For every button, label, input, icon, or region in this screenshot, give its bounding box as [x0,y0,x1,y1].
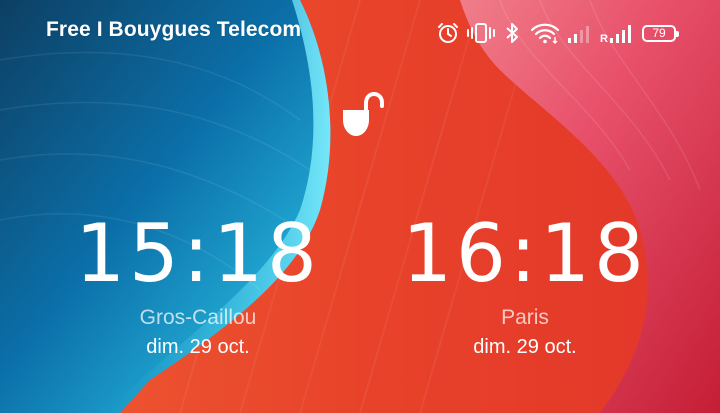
clock-time: 15:18 [75,207,321,300]
clock-city: Gros-Caillou [139,306,257,329]
bluetooth-icon [506,23,519,43]
clock-city: Paris [501,306,549,329]
roaming-label: R [600,33,608,45]
alarm-icon [438,23,459,43]
clock-date: dim. 29 oct. [146,336,250,358]
wifi-icon [530,23,560,44]
clock-time: 16:18 [402,207,648,300]
status-bar: Free I Bouygues Telecom R 79 [0,0,720,64]
battery-level: 79 [652,26,666,40]
roaming-signal-icon [610,25,631,43]
vibrate-icon [467,23,496,43]
signal-icon [568,26,590,43]
carrier-name: Free I Bouygues Telecom [46,18,302,41]
battery-indicator: 79 [642,24,679,42]
clock-world: 16:18 Paris dim. 29 oct. [395,212,655,359]
unlocked-padlock-icon[interactable] [340,92,386,140]
clock-date: dim. 29 oct. [473,336,577,358]
clock-home: 15:18 Gros-Caillou dim. 29 oct. [68,212,328,359]
status-icons: R 79 [436,19,679,47]
